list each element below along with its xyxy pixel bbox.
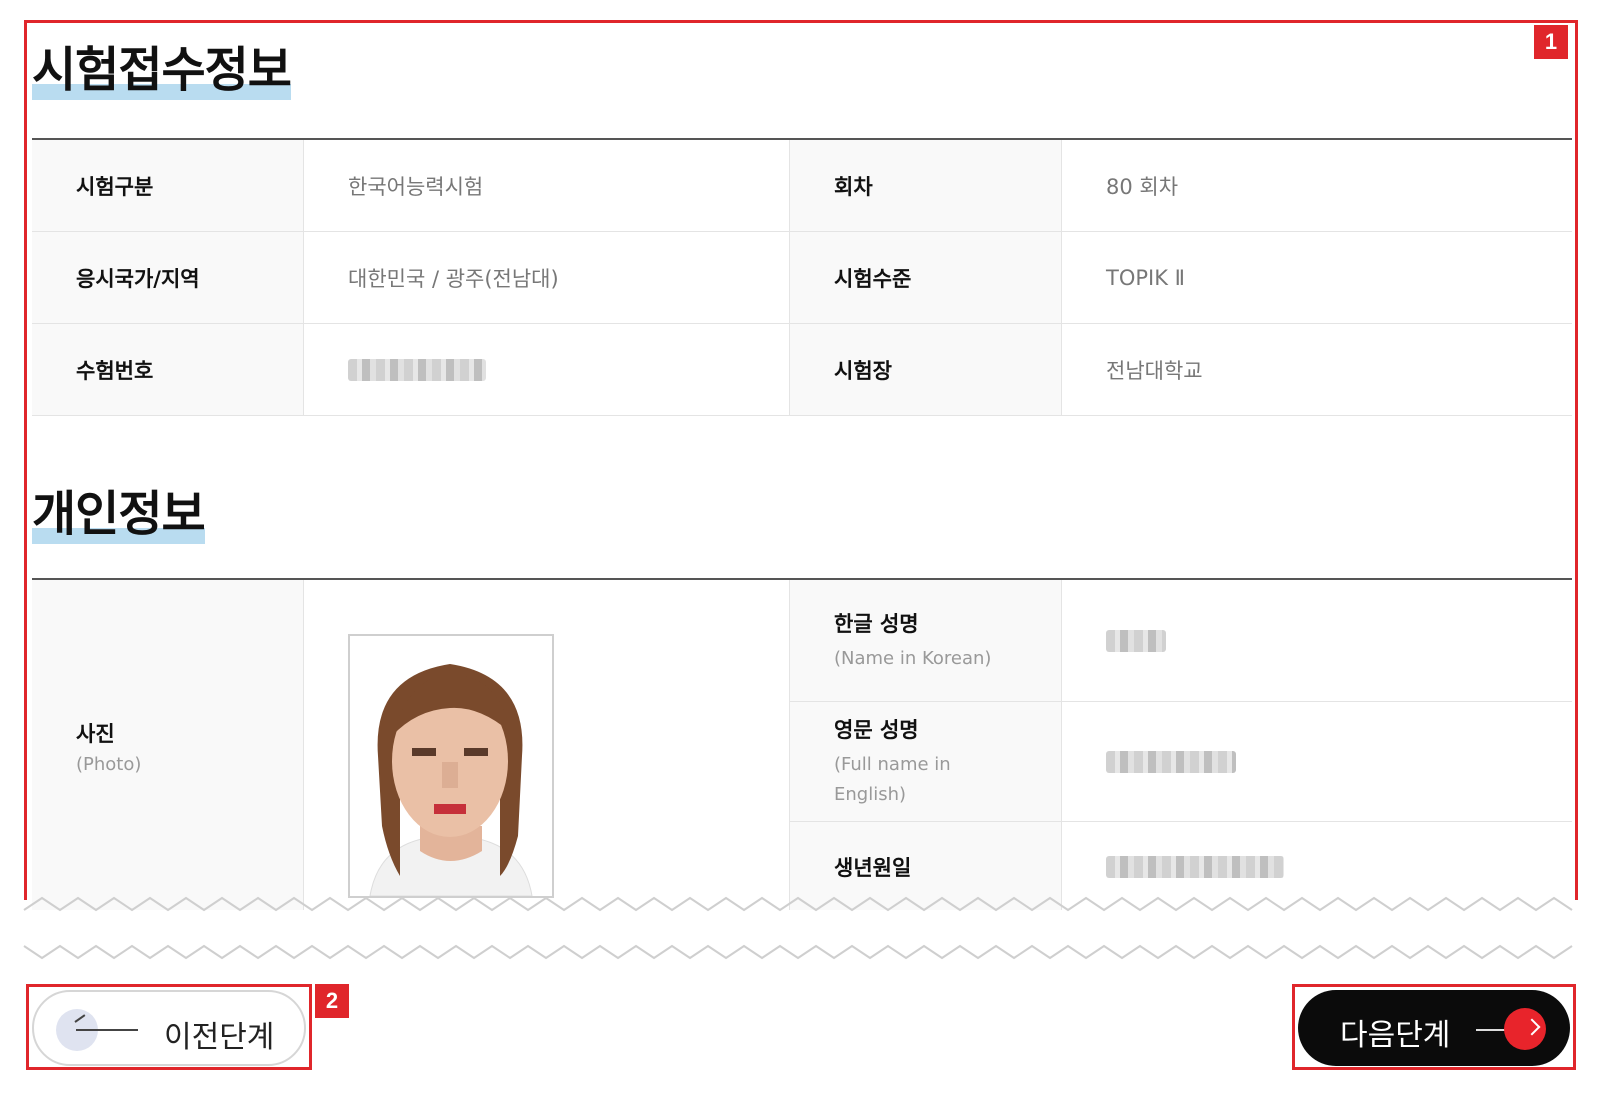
zigzag-divider-bottom <box>23 944 1573 960</box>
annotation-frame-1 <box>24 20 1578 900</box>
personal-info-title: 개인정보 <box>32 486 206 544</box>
annotation-badge-1: 1 <box>1534 25 1568 59</box>
annotation-frame-3 <box>1292 984 1576 1070</box>
zigzag-divider-top <box>23 896 1573 912</box>
annotation-badge-2: 2 <box>315 984 349 1018</box>
annotation-frame-2 <box>26 984 312 1070</box>
exam-info-title: 시험접수정보 <box>32 42 292 100</box>
